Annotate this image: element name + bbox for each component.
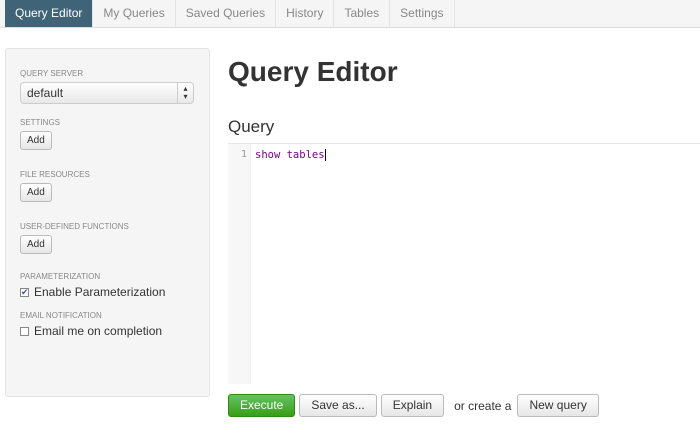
enable-parameterization-checkbox[interactable]: ✔ Enable Parameterization	[20, 285, 195, 299]
page-title: Query Editor	[228, 56, 398, 87]
query-text[interactable]: show tables	[255, 149, 326, 161]
add-udf-button[interactable]: Add	[20, 235, 52, 254]
settings-label: Settings	[20, 118, 61, 127]
tab-query-editor[interactable]: Query Editor	[5, 0, 94, 27]
select-arrows-icon: ▴ ▾	[177, 83, 193, 103]
explain-button[interactable]: Explain	[380, 394, 445, 417]
new-query-button[interactable]: New query	[517, 394, 599, 417]
email-on-completion-checkbox[interactable]: Email me on completion	[20, 324, 195, 338]
query-server-label: Query Server	[20, 69, 84, 78]
execute-button[interactable]: Execute	[228, 394, 296, 417]
action-bar: Execute Save as... Explain or create a N…	[228, 394, 603, 417]
save-as-button[interactable]: Save as...	[299, 394, 377, 417]
line-gutter: 1	[228, 144, 251, 384]
checkbox-icon	[20, 326, 29, 336]
tab-saved-queries[interactable]: Saved Queries	[176, 0, 277, 27]
enable-parameterization-label: Enable Parameterization	[34, 285, 166, 299]
parameterization-label: Parameterization	[20, 272, 101, 281]
query-server-select[interactable]: default ▴ ▾	[20, 82, 194, 104]
tab-my-queries[interactable]: My Queries	[93, 0, 176, 27]
checkmark-icon: ✔	[20, 286, 29, 297]
tab-settings[interactable]: Settings	[390, 0, 455, 27]
query-section-title: Query	[228, 117, 275, 136]
add-file-resource-button[interactable]: Add	[20, 183, 52, 202]
email-notification-label: Email Notification	[20, 311, 102, 320]
tab-tables[interactable]: Tables	[334, 0, 391, 27]
email-on-completion-label: Email me on completion	[34, 324, 163, 338]
file-resources-label: File Resources	[20, 170, 90, 179]
sidebar: Query Server default ▴ ▾ Settings Add File…	[5, 48, 210, 397]
top-nav: Query Editor My Queries Saved Queries Hi…	[0, 0, 700, 28]
query-server-value: default	[27, 86, 64, 100]
tab-history[interactable]: History	[276, 0, 335, 27]
add-setting-button[interactable]: Add	[20, 131, 52, 150]
or-create-text: or create a	[454, 398, 512, 413]
udf-label: User-Defined Functions	[20, 222, 129, 231]
query-editor[interactable]: 1 show tables	[228, 143, 700, 384]
